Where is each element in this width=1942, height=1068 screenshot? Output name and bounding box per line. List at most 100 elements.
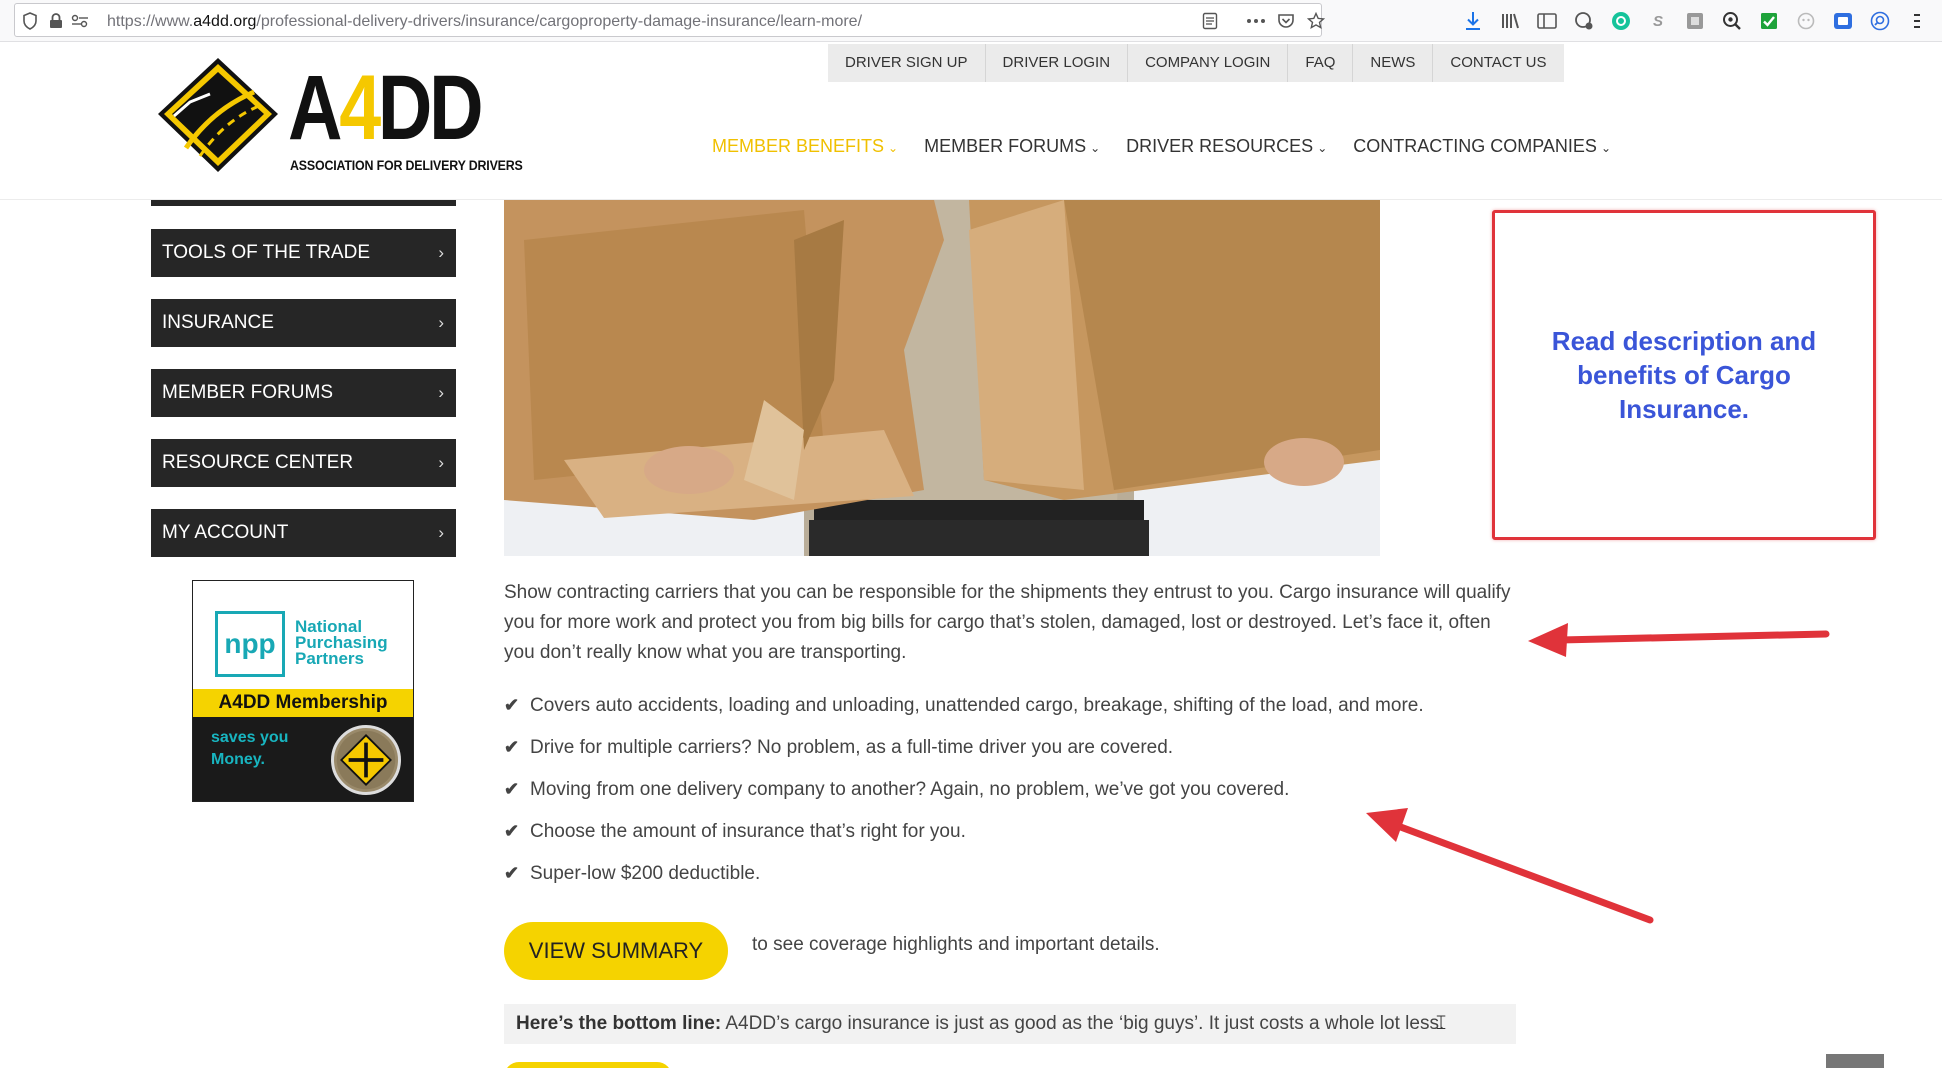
driver-login-link[interactable]: DRIVER LOGIN bbox=[986, 44, 1129, 82]
benefit-text: Drive for multiple carriers? No problem,… bbox=[530, 737, 1174, 758]
checkmark-icon: ✔ bbox=[504, 779, 520, 799]
nav-member-forums[interactable]: MEMBER FORUMS ⌄ bbox=[924, 136, 1100, 157]
partial-yellow-button[interactable] bbox=[504, 1062, 672, 1068]
list-item: ✔ Moving from one delivery company to ano… bbox=[504, 774, 1424, 816]
scroll-to-top-button[interactable] bbox=[1826, 1054, 1884, 1068]
benefit-text: Covers auto accidents, loading and unloa… bbox=[530, 695, 1424, 716]
annotation-callout-box: Read description and benefits of Cargo I… bbox=[1492, 210, 1876, 540]
sidebar-item-member-forums[interactable]: MEMBER FORUMS › bbox=[151, 369, 456, 417]
checkmark-icon: ✔ bbox=[504, 695, 520, 715]
url-path: /professional-delivery-drivers/insurance… bbox=[256, 13, 863, 30]
url-domain: a4dd.org bbox=[193, 13, 257, 30]
chevron-right-icon: › bbox=[438, 383, 444, 402]
search-extension-icon[interactable] bbox=[1867, 8, 1893, 34]
benefit-text: Choose the amount of insurance that’s ri… bbox=[530, 821, 966, 842]
bottom-line-banner: Here’s the bottom line: A4DD’s cargo ins… bbox=[504, 1004, 1516, 1044]
chevron-right-icon: › bbox=[438, 453, 444, 472]
sidebar-item-cut-off[interactable] bbox=[151, 200, 456, 206]
chevron-down-icon: ⌄ bbox=[1317, 141, 1328, 155]
list-item: ✔ Covers auto accidents, loading and unlo… bbox=[504, 690, 1424, 732]
bottom-line-text: A4DD’s cargo insurance is just as good a… bbox=[721, 1013, 1445, 1034]
sidebar-item-resource-center[interactable]: RESOURCE CENTER › bbox=[151, 439, 456, 487]
page-actions-icon[interactable] bbox=[1245, 12, 1267, 30]
s-extension-icon[interactable]: S bbox=[1645, 8, 1671, 34]
benefit-text: Moving from one delivery company to anot… bbox=[530, 779, 1290, 800]
faq-link[interactable]: FAQ bbox=[1288, 44, 1354, 82]
contact-us-link[interactable]: CONTACT US bbox=[1433, 44, 1563, 82]
nav-driver-resources-label: DRIVER RESOURCES bbox=[1126, 136, 1314, 156]
npp-membership-band: A4DD Membership bbox=[193, 689, 413, 717]
lock-icon[interactable] bbox=[47, 12, 65, 30]
npp-saves-line: saves you bbox=[211, 729, 289, 746]
shield-icon[interactable] bbox=[21, 12, 39, 30]
text-cursor-icon: 𝙸 bbox=[1434, 1012, 1449, 1034]
sidebar-item-label: INSURANCE bbox=[162, 312, 274, 333]
checkmark-icon: ✔ bbox=[504, 737, 520, 757]
checkmark-icon: ✔ bbox=[504, 821, 520, 841]
top-utility-links: DRIVER SIGN UP DRIVER LOGIN COMPANY LOGI… bbox=[828, 44, 1564, 82]
annotation-callout-text: Read description and benefits of Cargo I… bbox=[1551, 326, 1817, 424]
list-item: ✔ Drive for multiple carriers? No problem… bbox=[504, 732, 1424, 774]
a4dd-logo[interactable]: A4DD ASSOCIATION FOR DELIVERY DRIVERS bbox=[156, 56, 523, 176]
npp-membership-ad[interactable]: npp National Purchasing Partners A4DD Me… bbox=[192, 580, 414, 802]
logo-wordmark: A4DD bbox=[288, 62, 484, 154]
company-login-link[interactable]: COMPANY LOGIN bbox=[1128, 44, 1289, 82]
browser-toolbar: https://www.a4dd.org/professional-delive… bbox=[0, 0, 1942, 42]
translate-extension-icon[interactable] bbox=[1682, 8, 1708, 34]
grammarly-icon[interactable] bbox=[1608, 8, 1634, 34]
logo-letter-a: A bbox=[288, 57, 343, 159]
sidebar-toggle-icon[interactable] bbox=[1534, 8, 1560, 34]
sidebar-item-insurance[interactable]: INSURANCE › bbox=[151, 299, 456, 347]
download-icon[interactable] bbox=[1460, 8, 1486, 34]
cargo-insurance-description: Show contracting carriers that you can b… bbox=[504, 582, 1511, 663]
chevron-right-icon: › bbox=[438, 313, 444, 332]
checkmark-extension-icon[interactable] bbox=[1756, 8, 1782, 34]
bottom-line-heading: Here’s the bottom line: bbox=[516, 1013, 722, 1034]
ghost-extension-icon[interactable] bbox=[1793, 8, 1819, 34]
view-summary-button[interactable]: VIEW SUMMARY bbox=[504, 922, 728, 980]
main-navigation: MEMBER BENEFITS ⌄ MEMBER FORUMS ⌄ DRIVER R… bbox=[712, 136, 1611, 157]
chevron-right-icon: › bbox=[438, 523, 444, 542]
nav-member-benefits[interactable]: MEMBER BENEFITS ⌄ bbox=[712, 136, 898, 157]
nav-contracting-companies[interactable]: CONTRACTING COMPANIES ⌄ bbox=[1353, 136, 1611, 157]
list-item: ✔ Choose the amount of insurance that’s r… bbox=[504, 816, 1424, 858]
menu-icon[interactable] bbox=[1904, 8, 1930, 34]
pocket-icon[interactable] bbox=[1277, 12, 1295, 30]
sidebar-item-tools-of-the-trade[interactable]: TOOLS OF THE TRADE › bbox=[151, 229, 456, 277]
checkmark-icon: ✔ bbox=[504, 863, 520, 883]
npp-ad-top: npp National Purchasing Partners bbox=[193, 581, 413, 689]
npp-name-line: Partners bbox=[295, 649, 364, 668]
sidebar-item-label: MY ACCOUNT bbox=[162, 522, 289, 543]
screen-share-icon[interactable] bbox=[1830, 8, 1856, 34]
npp-ad-bottom: saves you Money. bbox=[193, 717, 413, 801]
news-link[interactable]: NEWS bbox=[1353, 44, 1434, 82]
driver-sign-up-link[interactable]: DRIVER SIGN UP bbox=[828, 44, 986, 82]
npp-saves-line: Money. bbox=[211, 751, 265, 768]
sidebar-item-my-account[interactable]: MY ACCOUNT › bbox=[151, 509, 456, 557]
summary-note: to see coverage highlights and important… bbox=[752, 934, 1160, 955]
nav-driver-resources[interactable]: DRIVER RESOURCES ⌄ bbox=[1126, 136, 1327, 157]
chevron-right-icon: › bbox=[438, 243, 444, 262]
damaged-box-hero-image bbox=[504, 200, 1380, 556]
npp-saves-text: saves you Money. bbox=[211, 727, 288, 771]
npp-logo-box: npp bbox=[215, 611, 285, 677]
arrow-to-description bbox=[1528, 623, 1830, 657]
benefits-list: ✔ Covers auto accidents, loading and unlo… bbox=[504, 690, 1424, 900]
a4dd-seal-icon bbox=[331, 725, 401, 795]
extension-globe-icon[interactable] bbox=[1571, 8, 1597, 34]
benefit-text: Super-low $200 deductible. bbox=[530, 863, 761, 884]
logo-number-4: 4 bbox=[339, 57, 381, 159]
road-diamond-logo-icon bbox=[158, 58, 278, 172]
library-icon[interactable] bbox=[1497, 8, 1523, 34]
npp-name: National Purchasing Partners bbox=[295, 618, 413, 668]
nav-contracting-companies-label: CONTRACTING COMPANIES bbox=[1353, 136, 1597, 156]
zoom-search-icon[interactable] bbox=[1719, 8, 1745, 34]
url-prefix: https://www. bbox=[107, 13, 194, 30]
nav-member-benefits-label: MEMBER BENEFITS bbox=[712, 136, 885, 156]
nav-member-forums-label: MEMBER FORUMS bbox=[924, 136, 1087, 156]
permissions-icon[interactable] bbox=[71, 12, 89, 30]
reader-view-icon[interactable] bbox=[1201, 12, 1219, 30]
address-bar[interactable]: https://www.a4dd.org/professional-delive… bbox=[14, 3, 1325, 37]
url-text[interactable]: https://www.a4dd.org/professional-delive… bbox=[107, 13, 862, 31]
bookmark-star-icon[interactable] bbox=[1307, 12, 1325, 30]
